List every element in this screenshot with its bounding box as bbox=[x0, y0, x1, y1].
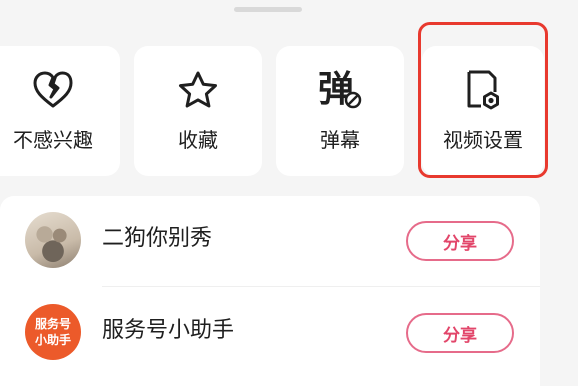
share-button[interactable]: 分享 bbox=[406, 313, 514, 353]
contact-name: 二狗你别秀 bbox=[102, 226, 213, 251]
avatar-text-line: 小助手 bbox=[34, 333, 71, 347]
list-item[interactable]: 二狗你别秀 分享 bbox=[0, 196, 540, 284]
not-interested-button[interactable]: 不感兴趣 bbox=[0, 46, 120, 176]
share-button[interactable]: 分享 bbox=[406, 221, 514, 261]
danmaku-label: 弹幕 bbox=[320, 128, 360, 152]
star-icon bbox=[134, 68, 262, 112]
danmaku-icon: 弹 bbox=[276, 68, 404, 112]
favorite-label: 收藏 bbox=[178, 128, 218, 152]
danmaku-off-badge bbox=[344, 91, 362, 109]
not-interested-label: 不感兴趣 bbox=[13, 128, 93, 152]
selection-highlight bbox=[418, 22, 548, 178]
sheet-drag-handle[interactable] bbox=[234, 7, 302, 12]
service-account-avatar: 服务号 小助手 bbox=[25, 304, 81, 360]
danmaku-button[interactable]: 弹 弹幕 bbox=[276, 46, 404, 176]
contact-name: 服务号小助手 bbox=[102, 318, 235, 343]
favorite-button[interactable]: 收藏 bbox=[134, 46, 262, 176]
avatar bbox=[25, 212, 81, 268]
list-item[interactable]: 服务号 小助手 服务号小助手 分享 bbox=[0, 288, 540, 376]
avatar-text-line: 服务号 bbox=[34, 317, 71, 331]
share-list: 二狗你别秀 分享 服务号 小助手 服务号小助手 分享 bbox=[0, 196, 540, 386]
broken-heart-icon bbox=[0, 68, 120, 112]
divider bbox=[102, 286, 540, 287]
